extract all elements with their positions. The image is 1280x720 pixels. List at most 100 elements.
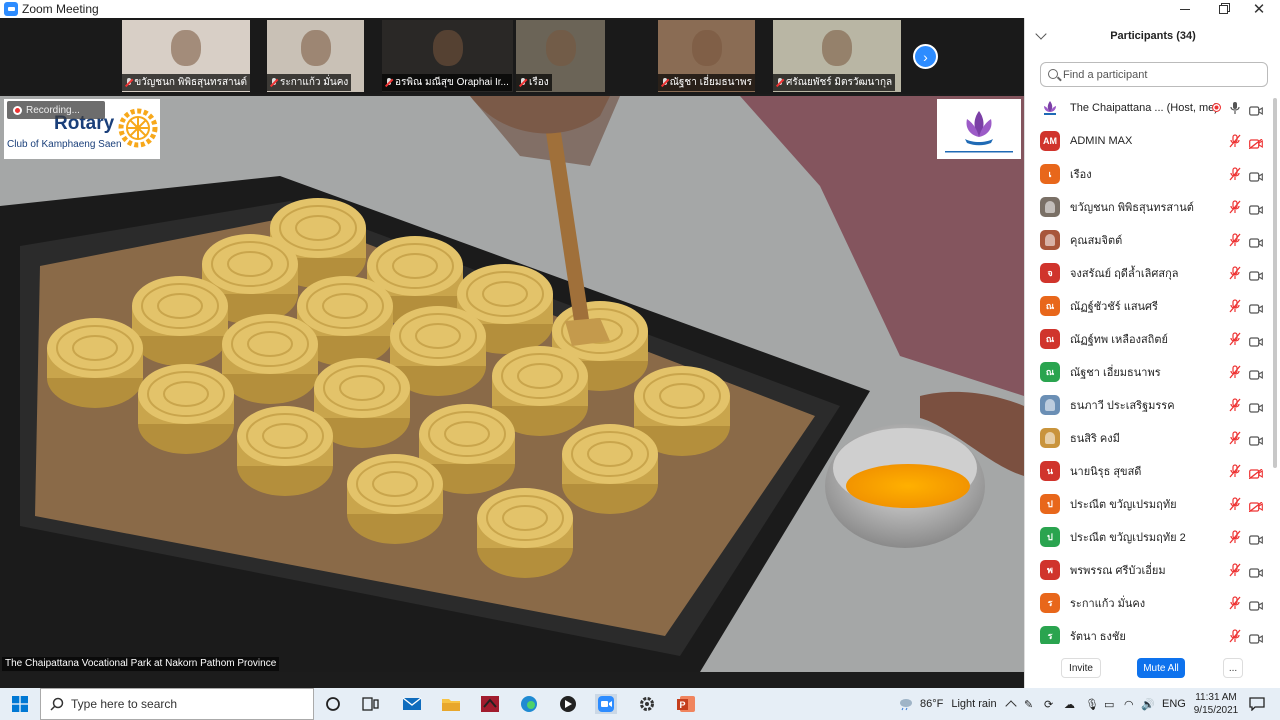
participant-row[interactable]: พ พรพรรณ ศรีบัวเอี่ยม [1025, 553, 1271, 586]
participant-row[interactable]: The Chaipattana ... (Host, me) [1025, 91, 1271, 124]
participant-row[interactable]: จ จงสรัณย์ ฤดีล้ำเลิศสกุล [1025, 256, 1271, 289]
mic-muted-icon[interactable] [1229, 331, 1241, 346]
video-thumbnail[interactable]: ระกาแก้ว มั่นคง [267, 20, 364, 92]
person-icon [1045, 233, 1055, 246]
camera-icon[interactable] [1249, 598, 1263, 611]
minimize-button[interactable] [1168, 0, 1202, 18]
chevron-down-icon[interactable] [1035, 28, 1047, 40]
close-button[interactable]: ✕ [1242, 0, 1276, 18]
camera-icon[interactable] [1249, 433, 1263, 446]
participant-row[interactable]: ขวัญชนก พิพิธสุนทรสานต์ [1025, 190, 1271, 223]
video-thumbnail[interactable]: เรือง [516, 20, 605, 92]
invite-button[interactable]: Invite [1061, 658, 1101, 678]
participant-row[interactable]: ธนภาวี ประเสริฐมรรค [1025, 388, 1271, 421]
camera-icon[interactable] [1249, 169, 1263, 182]
participant-row[interactable]: ณ ณัฐชา เอี่ยมธนาพร [1025, 355, 1271, 388]
participant-row[interactable]: AM ADMIN MAX [1025, 124, 1271, 157]
video-thumbnail[interactable]: ขวัญชนก พิพิธสุนทรสานต์ [122, 20, 250, 92]
camera-icon[interactable] [1249, 400, 1263, 413]
participant-row[interactable]: น นายนิรุธ สุขสดี [1025, 454, 1271, 487]
camera-icon[interactable] [1249, 103, 1263, 116]
participant-row[interactable]: คุณสมจิตต์ [1025, 223, 1271, 256]
taskbar-clock[interactable]: 11:31 AM 9/15/2021 [1190, 688, 1242, 720]
network-tray-icon[interactable]: ▭ [1104, 688, 1114, 720]
pen-tray-icon[interactable]: ✎ [1024, 688, 1033, 720]
notification-center-button[interactable] [1249, 688, 1265, 720]
mic-muted-icon[interactable] [1229, 430, 1241, 445]
mic-on-icon[interactable] [1229, 101, 1241, 115]
window-titlebar: Zoom Meeting [0, 0, 1280, 18]
language-indicator[interactable]: ENG [1162, 688, 1186, 720]
camera-icon[interactable] [1249, 301, 1263, 314]
mic-muted-icon[interactable] [1229, 628, 1241, 643]
participant-name: จงสรัณย์ ฤดีล้ำเลิศสกุล [1070, 267, 1179, 280]
mic-muted-icon[interactable] [1229, 562, 1241, 577]
participant-list-scrollbar[interactable] [1273, 98, 1277, 468]
participant-row[interactable]: ป ประณีต ขวัญเปรมฤทัย [1025, 487, 1271, 520]
camera-icon[interactable] [1249, 334, 1263, 347]
media-app-button[interactable] [557, 694, 579, 714]
participant-photo-avatar [1040, 229, 1060, 250]
participant-row[interactable]: ณ ณัฏฐ์ชัวชัร์ แสนศรี [1025, 289, 1271, 322]
participant-row[interactable]: ธนสิริ คงมี [1025, 421, 1271, 454]
video-thumbnail[interactable]: ณัฐชา เอี่ยมธนาพร [658, 20, 755, 92]
camera-off-icon[interactable] [1248, 466, 1263, 480]
camera-off-icon[interactable] [1248, 499, 1263, 513]
task-view-button[interactable] [360, 694, 382, 714]
mic-muted-icon[interactable] [1229, 397, 1241, 412]
settings-button[interactable] [636, 694, 658, 714]
start-button[interactable] [9, 694, 31, 714]
participant-row[interactable]: เ เรือง [1025, 157, 1271, 190]
onedrive-tray-icon[interactable]: ⟳ [1044, 688, 1053, 720]
cloud-tray-icon[interactable]: ☁ [1064, 688, 1075, 720]
camera-icon[interactable] [1249, 268, 1263, 281]
edge-browser-button[interactable] [518, 694, 540, 714]
windows-logo-icon [12, 696, 28, 712]
mic-muted-icon[interactable] [1229, 166, 1241, 181]
mic-muted-icon[interactable] [1229, 463, 1241, 478]
camera-icon[interactable] [1249, 202, 1263, 215]
participant-row[interactable]: ณ ณัฏฐ์ทพ เหลืองสถิตย์ [1025, 322, 1271, 355]
participant-row[interactable]: ร ระกาแก้ว มั่นคง [1025, 586, 1271, 619]
participant-row[interactable]: ป ประณีต ขวัญเปรมฤทัย 2 [1025, 520, 1271, 553]
mic-muted-icon[interactable] [1229, 595, 1241, 610]
mic-muted-icon[interactable] [1229, 265, 1241, 280]
video-thumbnail[interactable]: ศรัณยพัชร์ มิตรวัฒนากุล [773, 20, 901, 92]
cortana-button[interactable] [322, 694, 344, 714]
microphone-tray-icon[interactable]: 🎙 [1085, 688, 1099, 720]
hidden-icons-button[interactable] [1005, 688, 1017, 720]
participant-search-input[interactable]: Find a participant [1040, 62, 1268, 87]
camera-off-icon[interactable] [1248, 136, 1263, 150]
video-thumbnail[interactable]: อรพิณ มณีสุข Oraphai Ir... [382, 20, 513, 92]
mic-muted-icon[interactable] [1229, 364, 1241, 379]
mail-app-button[interactable] [401, 694, 423, 714]
mic-muted-icon[interactable] [1229, 298, 1241, 313]
mic-muted-icon[interactable] [1229, 199, 1241, 214]
taskbar-search-input[interactable]: Type here to search [40, 688, 314, 720]
maximize-button[interactable] [1206, 0, 1240, 18]
participant-row[interactable]: ร รัตนา ธงชัย [1025, 619, 1271, 644]
camera-icon[interactable] [1249, 565, 1263, 578]
camera-icon[interactable] [1249, 532, 1263, 545]
weather-widget[interactable]: 86°F Light rain [898, 688, 997, 720]
wifi-tray-icon[interactable]: ◠ [1124, 688, 1134, 720]
next-page-button[interactable]: › [913, 44, 938, 69]
zoom-app-button[interactable] [595, 694, 617, 714]
mooncake [237, 406, 333, 496]
mic-muted-icon[interactable] [1229, 232, 1241, 247]
mic-muted-icon[interactable] [1229, 496, 1241, 511]
camera-icon[interactable] [1249, 235, 1263, 248]
file-explorer-button[interactable] [440, 694, 462, 714]
camera-icon[interactable] [1249, 631, 1263, 644]
camera-icon[interactable] [1249, 367, 1263, 380]
volume-tray-icon[interactable]: 🔊 [1141, 688, 1155, 720]
mic-muted-icon[interactable] [1229, 529, 1241, 544]
more-options-button[interactable]: ... [1223, 658, 1243, 678]
participant-avatar: เ [1040, 163, 1060, 184]
app-red-button[interactable] [479, 694, 501, 714]
participant-name: ณัฐชา เอี่ยมธนาพร [1070, 366, 1161, 379]
mic-muted-icon[interactable] [1229, 133, 1241, 148]
powerpoint-button[interactable]: P [675, 694, 697, 714]
mute-all-button[interactable]: Mute All [1137, 658, 1185, 678]
recording-indicator[interactable]: Recording... [7, 101, 105, 119]
